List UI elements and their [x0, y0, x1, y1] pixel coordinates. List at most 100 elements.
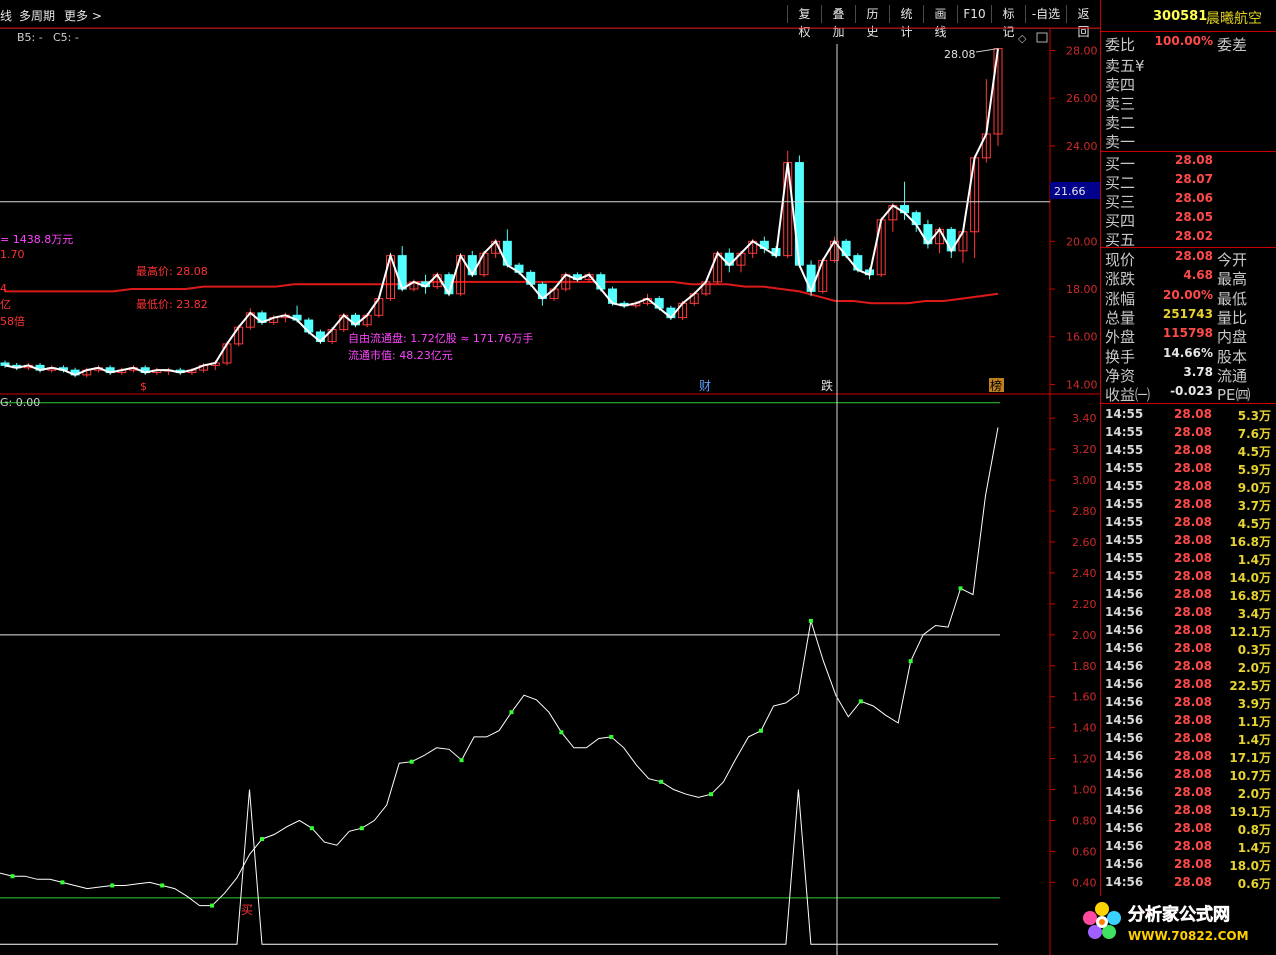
tick-volume: 18.0万: [1229, 859, 1271, 873]
stat-label: 换手: [1105, 347, 1136, 366]
window-toggle-icon[interactable]: [1036, 32, 1048, 43]
tick-row[interactable]: 14:55 28.08 5.9万: [1101, 461, 1276, 479]
tick-volume: 1.4万: [1237, 553, 1271, 567]
tick-time: 14:56: [1105, 875, 1144, 889]
tick-row[interactable]: 14:55 28.08 4.5万: [1101, 443, 1276, 461]
close-line: [4, 48, 999, 376]
ask-label: 卖二: [1105, 114, 1136, 132]
tick-volume: 1.4万: [1237, 733, 1271, 747]
tick-row[interactable]: 14:56 28.08 3.9万: [1101, 695, 1276, 713]
ask-row: 卖五¥: [1101, 55, 1276, 75]
bid-price: 28.07: [1175, 172, 1213, 186]
indicator-panel: [0, 402, 1000, 945]
tick-time: 14:56: [1105, 659, 1144, 673]
marker-dollar[interactable]: $: [140, 380, 147, 393]
bid-label: 买四: [1105, 212, 1136, 230]
tick-time: 14:56: [1105, 713, 1144, 727]
marker-list[interactable]: 榜: [990, 378, 1002, 393]
indicator-point: [559, 730, 564, 735]
tick-row[interactable]: 14:55 28.08 7.6万: [1101, 425, 1276, 443]
indicator-b5: B5: -: [17, 31, 43, 44]
tick-row[interactable]: 14:56 28.08 17.1万: [1101, 749, 1276, 767]
stat-label: 净资: [1105, 366, 1136, 385]
tick-row[interactable]: 14:56 28.08 1.1万: [1101, 713, 1276, 731]
tick-volume: 1.4万: [1237, 841, 1271, 855]
indicator-line: [0, 427, 999, 907]
tick-row[interactable]: 14:55 28.08 4.5万: [1101, 515, 1276, 533]
indicator-tick-label: 0.60: [1072, 845, 1097, 858]
site-logo: 分析家公式网 WWW.70822.COM: [1076, 896, 1276, 955]
free-float-annotation: 自由流通盘: 1.72亿股 ≈ 171.76万手: [348, 331, 533, 345]
indicator-tick-label: 1.20: [1072, 753, 1097, 766]
tick-row[interactable]: 14:56 28.08 0.6万: [1101, 875, 1276, 893]
left-clip-annotation-3: 4: [0, 282, 7, 295]
tick-row[interactable]: 14:56 28.08 2.0万: [1101, 785, 1276, 803]
quote-stat-row: 现价 28.08 今开: [1101, 249, 1276, 269]
tick-row[interactable]: 14:56 28.08 16.8万: [1101, 587, 1276, 605]
price-tick-label: 20.00: [1066, 235, 1098, 248]
marker-drop[interactable]: 跌: [821, 378, 833, 393]
tick-row[interactable]: 14:56 28.08 22.5万: [1101, 677, 1276, 695]
indicator-point: [908, 659, 913, 664]
tick-volume: 0.6万: [1237, 877, 1271, 891]
bid-row: 买四 28.05: [1101, 210, 1276, 230]
tick-volume: 22.5万: [1229, 679, 1271, 693]
tick-price: 28.08: [1174, 713, 1212, 727]
tick-time: 14:56: [1105, 821, 1144, 835]
peak-leader-line: [975, 48, 999, 53]
tick-row[interactable]: 14:56 28.08 1.4万: [1101, 839, 1276, 857]
bid-row: 买一 28.08: [1101, 153, 1276, 173]
stock-header: 300581 晨曦航空: [1101, 6, 1276, 28]
tick-row[interactable]: 14:55 28.08 3.7万: [1101, 497, 1276, 515]
tick-row[interactable]: 14:56 28.08 1.4万: [1101, 731, 1276, 749]
tick-time: 14:55: [1105, 425, 1144, 439]
tick-row[interactable]: 14:56 28.08 3.4万: [1101, 605, 1276, 623]
tick-time: 14:55: [1105, 515, 1144, 529]
stat-value: 28.08: [1175, 249, 1213, 263]
tick-row[interactable]: 14:55 28.08 1.4万: [1101, 551, 1276, 569]
tick-volume: 4.5万: [1237, 517, 1271, 531]
tick-row[interactable]: 14:56 28.08 0.3万: [1101, 641, 1276, 659]
marker-finance[interactable]: 财: [699, 379, 711, 393]
tick-row[interactable]: 14:56 28.08 2.0万: [1101, 659, 1276, 677]
quote-stat-row: 涨幅 20.00% 最低: [1101, 288, 1276, 308]
indicator-tick-label: 2.60: [1072, 536, 1097, 549]
tick-row[interactable]: 14:56 28.08 10.7万: [1101, 767, 1276, 785]
indicator-tick-label: 2.20: [1072, 598, 1097, 611]
tick-row[interactable]: 14:55 28.08 14.0万: [1101, 569, 1276, 587]
indicator-point: [259, 837, 264, 842]
diamond-icon[interactable]: ◇: [1018, 32, 1027, 45]
price-tick-label: 28.00: [1066, 44, 1098, 57]
tick-time: 14:55: [1105, 497, 1144, 511]
tick-row[interactable]: 14:55 28.08 5.3万: [1101, 407, 1276, 425]
tick-volume: 10.7万: [1229, 769, 1271, 783]
tick-row[interactable]: 14:55 28.08 16.8万: [1101, 533, 1276, 551]
tick-row[interactable]: 14:56 28.08 18.0万: [1101, 857, 1276, 875]
kline-chart[interactable]: 14.0016.0018.0020.0022.0024.0026.0028.00…: [0, 0, 1100, 955]
indicator-point: [60, 880, 65, 885]
tick-volume: 2.0万: [1237, 661, 1271, 675]
tick-time: 14:56: [1105, 857, 1144, 871]
tick-volume: 5.9万: [1237, 463, 1271, 477]
quote-stat-row: 净资 3.78 流通: [1101, 365, 1276, 385]
tick-volume: 4.5万: [1237, 445, 1271, 459]
tick-row[interactable]: 14:56 28.08 12.1万: [1101, 623, 1276, 641]
indicator-tick-label: 2.40: [1072, 567, 1097, 580]
tick-volume: 0.3万: [1237, 643, 1271, 657]
crosshair: [0, 44, 1050, 955]
ask-row: 卖二: [1101, 112, 1276, 132]
tick-price: 28.08: [1174, 551, 1212, 565]
stock-name[interactable]: 晨曦航空: [1206, 8, 1262, 28]
stat-value: 4.68: [1183, 268, 1213, 283]
indicator-point: [709, 792, 714, 797]
indicator-tick-label: 1.40: [1072, 722, 1097, 735]
stock-code[interactable]: 300581: [1153, 9, 1207, 24]
tick-row[interactable]: 14:55 28.08 9.0万: [1101, 479, 1276, 497]
stat-label-secondary: 量比: [1217, 308, 1248, 327]
tick-row[interactable]: 14:56 28.08 19.1万: [1101, 803, 1276, 821]
bid-row: 买二 28.07: [1101, 172, 1276, 192]
tick-price: 28.08: [1174, 731, 1212, 745]
tick-row[interactable]: 14:56 28.08 0.8万: [1101, 821, 1276, 839]
tick-price: 28.08: [1174, 533, 1212, 547]
tick-time: 14:56: [1105, 587, 1144, 601]
